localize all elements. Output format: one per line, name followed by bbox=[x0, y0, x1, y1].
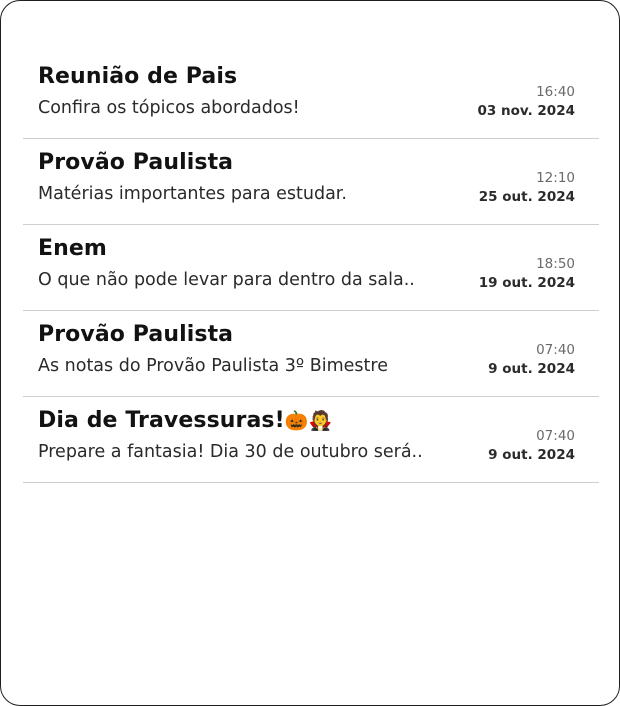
message-title: Enem bbox=[38, 236, 107, 261]
message-item[interactable]: Dia de Travessuras!🎃🧛 Prepare a fantasia… bbox=[23, 397, 599, 483]
message-title: Dia de Travessuras!🎃🧛 bbox=[38, 408, 333, 433]
message-date: 9 out. 2024 bbox=[488, 447, 575, 463]
message-item[interactable]: Provão Paulista As notas do Provão Pauli… bbox=[23, 311, 599, 397]
message-preview: As notas do Provão Paulista 3º Bimestre bbox=[38, 356, 388, 376]
message-preview: O que não pode levar para dentro da sala… bbox=[38, 270, 415, 290]
message-time: 16:40 bbox=[536, 84, 575, 100]
message-time: 12:10 bbox=[536, 170, 575, 186]
message-item[interactable]: Provão Paulista Matérias importantes par… bbox=[23, 139, 599, 225]
message-preview: Confira os tópicos abordados! bbox=[38, 98, 300, 118]
message-title: Provão Paulista bbox=[38, 322, 234, 347]
pumpkin-vampire-emoji: 🎃🧛 bbox=[284, 410, 333, 432]
message-preview: Matérias importantes para estudar. bbox=[38, 184, 347, 204]
message-time: 07:40 bbox=[536, 428, 575, 444]
message-date: 19 out. 2024 bbox=[478, 275, 575, 291]
message-item[interactable]: Enem O que não pode levar para dentro da… bbox=[23, 225, 599, 311]
message-item[interactable]: Reunião de Pais Confira os tópicos abord… bbox=[23, 53, 599, 139]
message-preview: Prepare a fantasia! Dia 30 de outubro se… bbox=[38, 442, 423, 462]
message-list: Reunião de Pais Confira os tópicos abord… bbox=[23, 53, 599, 483]
messages-card: Reunião de Pais Confira os tópicos abord… bbox=[0, 0, 620, 706]
message-title: Reunião de Pais bbox=[38, 64, 238, 89]
message-date: 9 out. 2024 bbox=[488, 361, 575, 377]
message-time: 07:40 bbox=[536, 342, 575, 358]
message-time: 18:50 bbox=[536, 256, 575, 272]
message-title: Provão Paulista bbox=[38, 150, 234, 175]
message-date: 25 out. 2024 bbox=[478, 189, 575, 205]
message-date: 03 nov. 2024 bbox=[477, 103, 575, 119]
